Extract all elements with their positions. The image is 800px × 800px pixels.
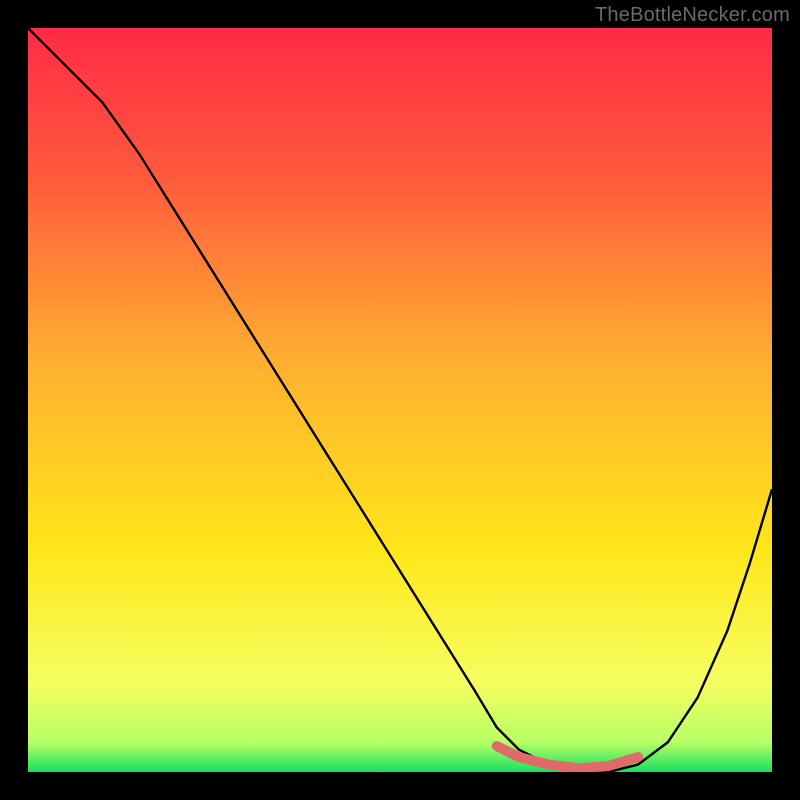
watermark-text: TheBottleNecker.com: [595, 4, 790, 27]
gradient-background: [28, 28, 772, 772]
chart-frame: TheBottleNecker.com: [0, 0, 800, 800]
bottleneck-chart: [0, 0, 800, 800]
